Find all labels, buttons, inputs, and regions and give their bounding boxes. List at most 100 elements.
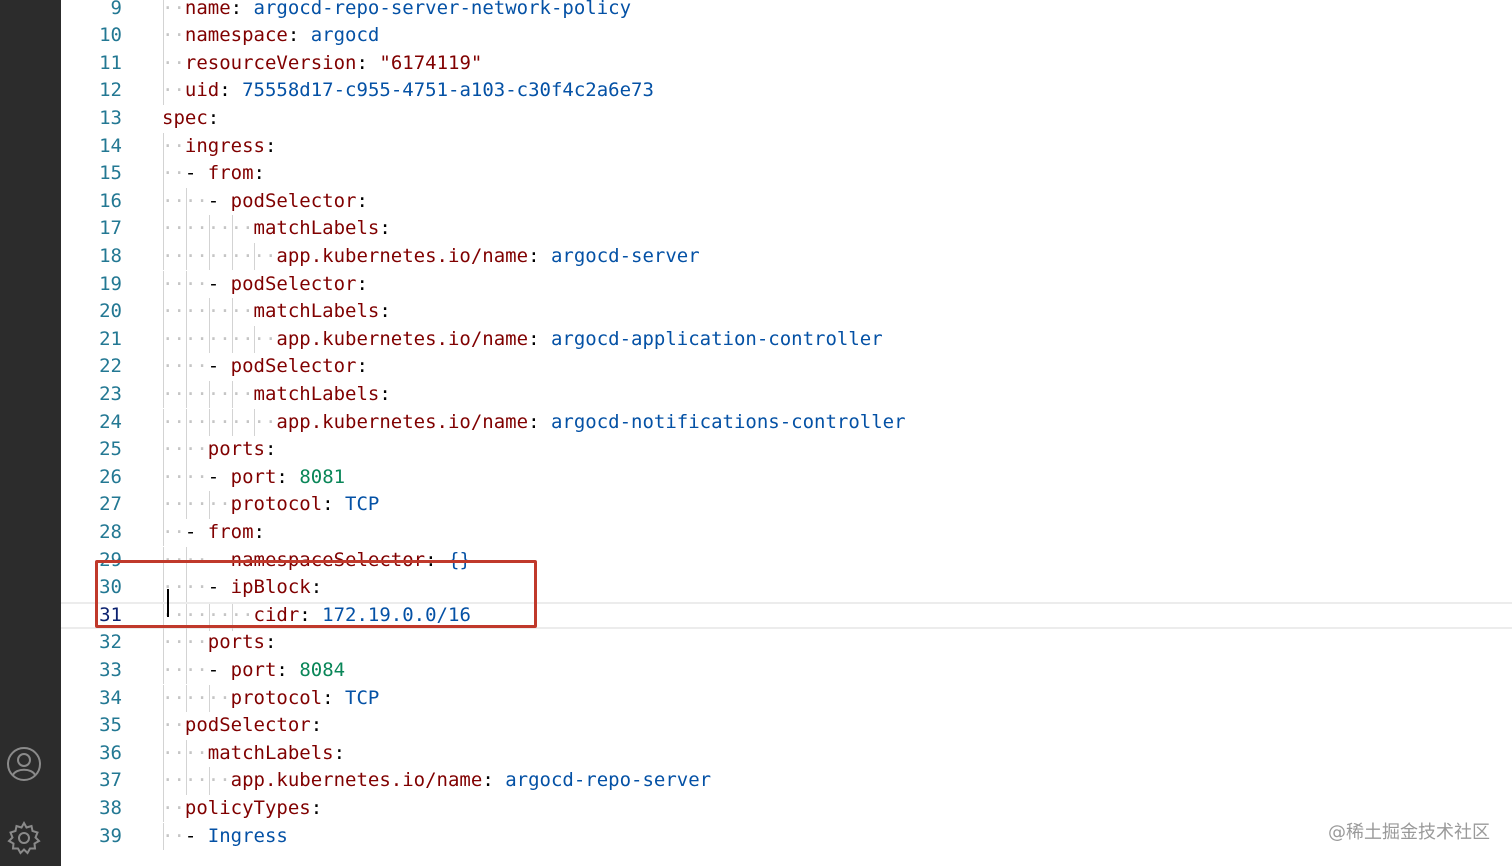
indent-guide <box>185 463 187 492</box>
code-line[interactable]: 10 ··namespace: argocd <box>61 22 1512 50</box>
yaml-punct: : <box>264 631 277 654</box>
yaml-punct: : <box>356 355 368 378</box>
yaml-punct: : <box>287 24 311 47</box>
code-line[interactable]: 19 ····- podSelector: <box>61 270 1512 299</box>
indent-guide <box>163 0 164 23</box>
line-number: 12 <box>99 79 122 102</box>
settings-gear-icon[interactable] <box>6 820 42 856</box>
line-number: 33 <box>99 658 122 681</box>
yaml-punct: : <box>253 520 265 543</box>
code-line[interactable]: 9 ··name: argocd-repo-server-network-poli… <box>61 0 1512 23</box>
code-editor[interactable]: 9 ··name: argocd-repo-server-network-poli… <box>61 0 1512 866</box>
yaml-punct: - <box>184 162 208 185</box>
code-line[interactable]: 23 ········matchLabels: <box>61 380 1512 409</box>
line-number: 9 <box>110 0 122 19</box>
account-icon[interactable] <box>6 746 42 782</box>
yaml-punct: : <box>219 79 243 102</box>
indent-guide <box>163 767 164 795</box>
code-line[interactable]: 28 ··- from: <box>61 518 1512 547</box>
yaml-value: Ingress <box>207 824 288 847</box>
yaml-punct: : <box>356 189 368 212</box>
indent-guide <box>163 353 164 381</box>
code-line[interactable]: 32 ····ports: <box>61 629 1512 657</box>
code-text: ········matchLabels: <box>162 215 391 243</box>
yaml-key: app.kubernetes.io/name <box>276 410 529 433</box>
yaml-key: uid <box>184 79 220 102</box>
code-line[interactable]: 34 ······protocol: TCP <box>61 684 1512 713</box>
yaml-key: resourceVersion <box>184 51 357 74</box>
yaml-punct: - <box>207 658 231 681</box>
indent-guide <box>185 656 187 685</box>
indent-guide <box>185 739 187 768</box>
whitespace-marker: ·· <box>162 134 185 157</box>
code-text: ····- port: 8081 <box>162 464 345 492</box>
code-line[interactable]: 26 ····- port: 8081 <box>61 463 1512 492</box>
code-line[interactable]: 20 ········matchLabels: <box>61 298 1512 326</box>
whitespace-marker: ·········· <box>162 410 277 433</box>
code-line[interactable]: 11 ··resourceVersion: "6174119" <box>61 49 1512 78</box>
line-number: 18 <box>99 244 122 267</box>
yaml-key: app.kubernetes.io/name <box>230 769 483 792</box>
code-line[interactable]: 27 ······protocol: TCP <box>61 491 1512 519</box>
indent-guide <box>185 380 187 409</box>
indent-guide <box>163 463 164 492</box>
line-number: 22 <box>99 355 122 378</box>
indent-guide <box>231 380 233 409</box>
yaml-punct: : <box>356 272 368 295</box>
yaml-punct: : <box>207 106 220 129</box>
code-line[interactable]: 37 ······app.kubernetes.io/name: argocd-r… <box>61 767 1512 795</box>
yaml-punct: : <box>310 714 323 737</box>
code-line[interactable]: 12 ··uid: 75558d17-c955-4751-a103-c30f4c2… <box>61 77 1512 105</box>
whitespace-marker: ·· <box>162 824 185 847</box>
code-line[interactable]: 22 ····- podSelector: <box>61 353 1512 381</box>
yaml-key: protocol <box>230 686 323 709</box>
code-text: ······protocol: TCP <box>162 685 379 713</box>
code-line[interactable]: 39 ··- Ingress <box>61 822 1512 851</box>
code-line[interactable]: 17 ········matchLabels: <box>61 215 1512 243</box>
indent-guide <box>163 408 164 437</box>
code-line[interactable]: 35 ··podSelector: <box>61 712 1512 740</box>
yaml-punct: : <box>379 217 391 240</box>
yaml-punct: : <box>333 741 346 764</box>
yaml-value: argocd <box>310 24 380 47</box>
yaml-punct: - <box>207 355 231 378</box>
yaml-key: app.kubernetes.io/name <box>276 244 529 267</box>
code-line[interactable]: 21 ··········app.kubernetes.io/name: argo… <box>61 325 1512 354</box>
code-line[interactable]: 14 ··ingress: <box>61 132 1512 161</box>
code-text: ··ingress: <box>162 133 276 161</box>
line-number: 17 <box>99 217 122 240</box>
code-text: ······protocol: TCP <box>162 491 379 519</box>
yaml-key: ingress <box>184 134 265 157</box>
indent-guide <box>163 684 164 713</box>
indent-guide <box>163 77 164 105</box>
code-line[interactable]: 36 ····matchLabels: <box>61 739 1512 768</box>
indent-guide <box>163 518 164 547</box>
code-line[interactable]: 38 ··policyTypes: <box>61 794 1512 823</box>
indent-guide <box>185 629 187 657</box>
whitespace-marker: ·· <box>162 0 185 19</box>
code-text: ····- port: 8084 <box>162 657 345 685</box>
yaml-number: 8081 <box>299 465 346 488</box>
yaml-punct: - <box>184 520 208 543</box>
code-line[interactable]: 16 ····- podSelector: <box>61 187 1512 216</box>
code-line[interactable]: 33 ····- port: 8084 <box>61 656 1512 685</box>
code-line[interactable]: 18 ··········app.kubernetes.io/name: argo… <box>61 242 1512 271</box>
code-line[interactable]: 24 ··········app.kubernetes.io/name: argo… <box>61 408 1512 437</box>
indent-guide <box>163 270 164 299</box>
line-number: 35 <box>99 714 122 737</box>
code-text: ··uid: 75558d17-c955-4751-a103-c30f4c2a6… <box>162 77 654 105</box>
code-line[interactable]: 25 ····ports: <box>61 436 1512 464</box>
code-line[interactable]: 13 spec: <box>61 105 1512 133</box>
line-number: 24 <box>99 410 122 433</box>
yaml-key: port <box>230 658 277 681</box>
yaml-key: protocol <box>230 493 323 516</box>
indent-guide <box>163 436 164 464</box>
indent-guide <box>163 629 164 657</box>
line-number: 19 <box>99 272 122 295</box>
indent-guide <box>185 353 187 381</box>
indent-guide <box>163 325 164 354</box>
whitespace-marker: ······ <box>162 493 231 516</box>
code-line[interactable]: 15 ··- from: <box>61 160 1512 188</box>
yaml-key: podSelector <box>184 714 311 737</box>
indent-guide <box>185 408 187 437</box>
